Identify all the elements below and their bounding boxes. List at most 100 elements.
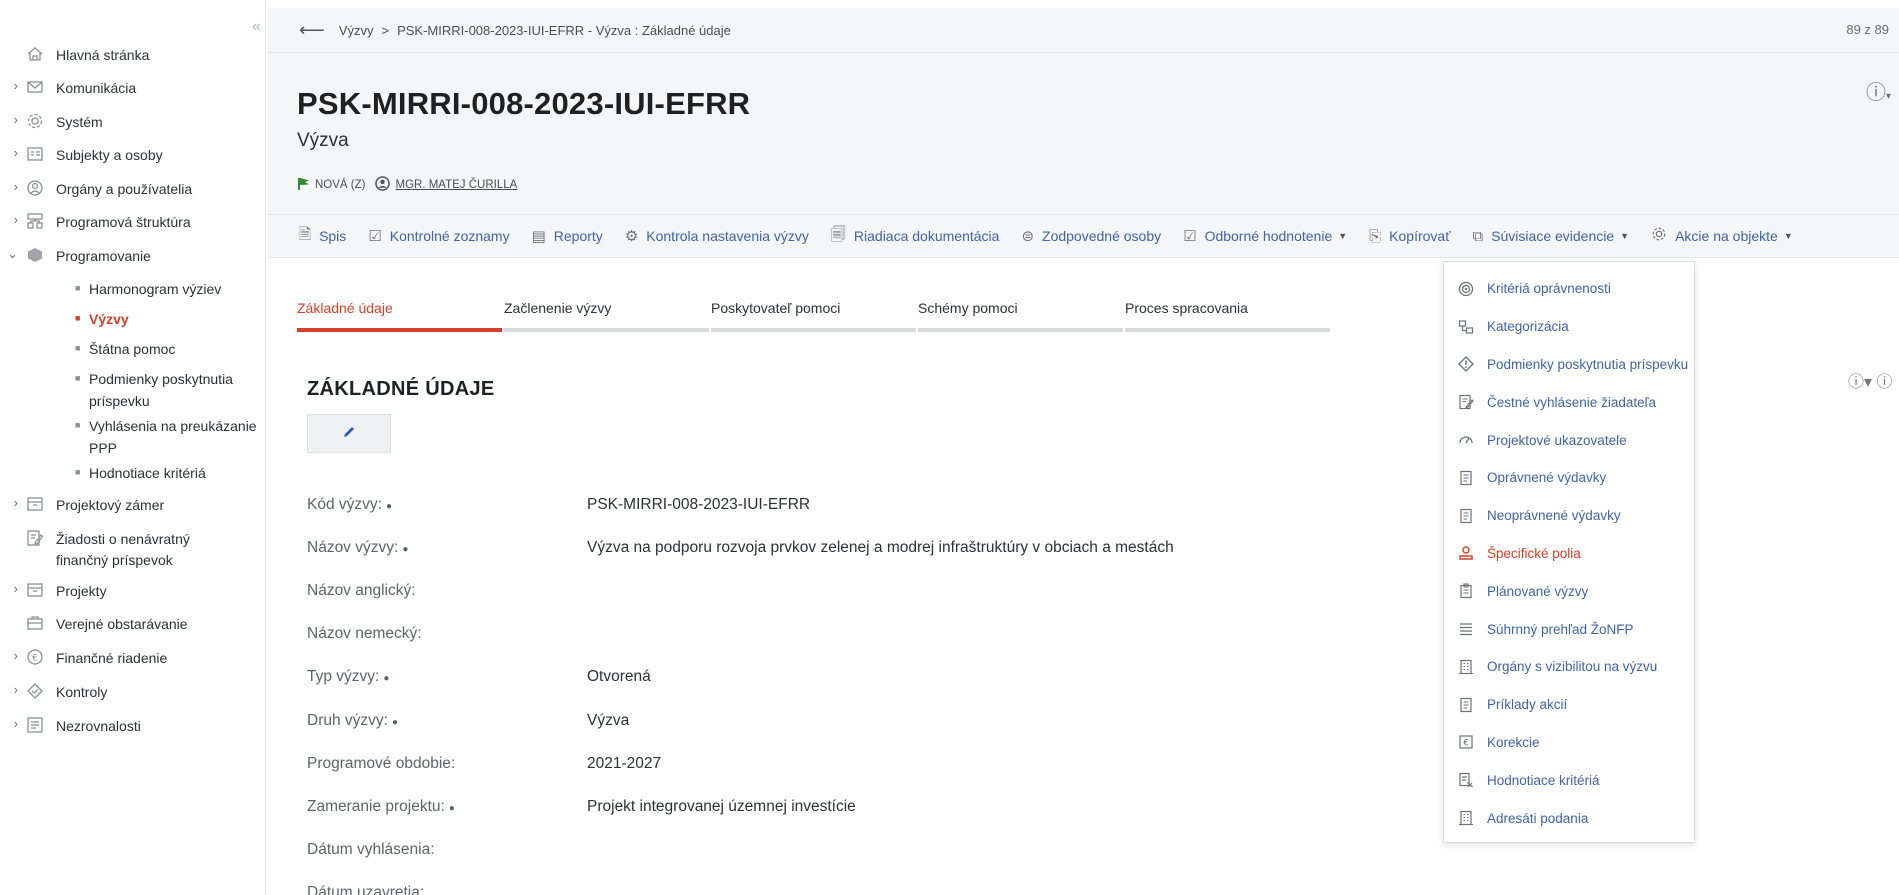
euro-icon: € [22,648,48,666]
dropdown-item-0[interactable]: Kritériá oprávnenosti [1444,270,1694,308]
toolbar-button-2[interactable]: ▤ Reporty [532,227,603,245]
sidebar-item-4[interactable]: › Orgány a používatelia [0,179,266,200]
sidebar-item-11[interactable]: › € Finančné riadenie [0,648,266,669]
dropdown-item-3[interactable]: Čestné vyhlásenie žiadateľa [1444,383,1694,421]
sidebar-subitem-2[interactable]: ■ Štátna pomoc [0,338,266,360]
dropdown-item-label: Čestné vyhlásenie žiadateľa [1487,394,1657,410]
sidebar-item-8[interactable]: Žiadosti o nenávratný finančný príspevok [0,529,266,571]
dropdown-item-4[interactable]: Projektové ukazovatele [1444,421,1694,459]
tab-2[interactable]: Poskytovateľ pomoci [711,300,916,332]
sidebar-item-3[interactable]: › Subjekty a osoby [0,145,266,166]
back-arrow-icon[interactable]: ⟵ [299,20,325,41]
chevron-icon: › [13,212,18,227]
id-card-icon [22,145,48,163]
required-marker: ● [385,500,392,512]
sidebar-item-7[interactable]: › Projektový zámer [0,495,266,516]
chevron-icon: › [13,145,18,160]
dropdown-item-11[interactable]: Príklady akcií [1444,686,1694,724]
sidebar-item-label: Projektový zámer [56,497,165,513]
field-label-text: Dátum uzavretia: [307,884,425,895]
breadcrumb-link-vyzvy[interactable]: Výzvy [339,23,374,38]
chevron-icon: › [13,179,18,194]
sidebar-subitem-label: Vyhlásenia na preukázanie PPP [89,418,257,456]
checkbox-icon: ☑ [368,228,382,245]
owner-user-link[interactable]: MGR. MATEJ ČURILLA [395,179,517,191]
toolbar-button-4[interactable]: 🗐 Riadiaca dokumentácia [831,224,1000,249]
help-menu-icon[interactable]: ⓘ▾ [1866,76,1891,105]
toolbar-button-7[interactable]: ⎘ Kopírovať [1369,228,1450,245]
sidebar-item-label: Verejné obstarávanie [56,616,188,632]
sidebar-item-9[interactable]: › Projekty [0,581,266,602]
copy-icon: ⎘ [1369,227,1382,245]
chevron-icon: › [13,495,18,510]
sidebar-subitem-5[interactable]: ■ Hodnotiace kritériá [0,462,266,484]
dropdown-item-14[interactable]: Adresáti podania [1444,799,1694,837]
sidebar-subitem-4[interactable]: ■ Vyhlásenia na preukázanie PPP [0,415,266,459]
dropdown-item-label: Hodnotiace kritériá [1487,772,1600,788]
edit-button[interactable] [307,414,391,453]
tab-3[interactable]: Schémy pomoci [918,300,1123,332]
tab-4[interactable]: Proces spracovania [1125,300,1330,332]
dropdown-item-12[interactable]: € Korekcie [1444,724,1694,762]
dropdown-item-6[interactable]: Neoprávnené výdavky [1444,497,1694,535]
sidebar-item-6[interactable]: ⌄ Programovanie [0,246,266,267]
required-marker: ● [391,716,399,728]
sidebar-collapse-button[interactable]: « [252,18,261,36]
dropdown-item-13[interactable]: Hodnotiace kritériá [1444,761,1694,799]
sidebar-item-label: Komunikácia [56,80,137,96]
breadcrumb-separator: > [381,22,390,38]
dropdown-item-9[interactable]: Súhrnný prehľad ŽoNFP [1444,610,1694,648]
receipt-icon [1456,508,1476,524]
dropdown-item-label: Korekcie [1487,734,1540,750]
briefcase-icon [22,614,48,632]
field-label: Kód výzvy: ● [307,496,587,514]
field-value: PSK-MIRRI-008-2023-IUI-EFRR [587,495,811,513]
sidebar-item-13[interactable]: › Nezrovnalosti [0,716,266,737]
field-row: Dátum uzavretia: [307,872,1407,895]
sidebar-item-5[interactable]: › Programová štruktúra [0,212,266,233]
dropdown-item-label: Orgány s vizibilitou na výzvu [1487,659,1658,675]
toolbar-button-5[interactable]: ⊜ Zodpovedné osoby [1021,227,1161,245]
dropdown-item-5[interactable]: Oprávnené výdavky [1444,459,1694,497]
sidebar-item-2[interactable]: › Systém [0,112,266,133]
toolbar-button-label: Riadiaca dokumentácia [853,228,1000,244]
sidebar-subitem-0[interactable]: ■ Harmonogram výziev [0,278,266,300]
dropdown-item-1[interactable]: Kategorizácia [1444,308,1694,346]
tab-0[interactable]: Základné údaje [297,300,502,332]
toolbar-button-label: Reporty [553,228,603,244]
tab-1[interactable]: Začlenenie výzvy [504,300,709,332]
chevron-icon: › [13,581,18,596]
dropdown-item-label: Príklady akcií [1487,697,1568,713]
sidebar-item-0[interactable]: Hlavná stránka [0,45,266,66]
diamond-check-icon [22,682,48,700]
dropdown-item-10[interactable]: Orgány s vizibilitou na výzvu [1444,648,1694,686]
toolbar-button-1[interactable]: ☑ Kontrolné zoznamy [368,227,509,245]
toolbar-button-9[interactable]: Akcie na objekte ▼ [1651,226,1793,246]
toolbar-button-0[interactable]: 🗎 Spis [299,224,346,249]
user-circle-icon [375,176,391,194]
dropdown-item-2[interactable]: Podmienky poskytnutia príspevku [1444,346,1694,384]
dropdown-item-label: Kategorizácia [1487,319,1569,335]
toolbar-button-3[interactable]: ⚙ Kontrola nastavenia výzvy [625,227,809,245]
sidebar-item-12[interactable]: › Kontroly [0,682,266,703]
toolbar-button-6[interactable]: ☑ Odborné hodnotenie ▼ [1183,227,1347,245]
building-icon [1456,659,1476,675]
dropdown-item-label: Adresáti podania [1487,810,1589,826]
required-marker: ● [448,802,455,814]
sidebar-subitem-1[interactable]: ■ Výzvy [0,308,266,330]
dropdown-item-7[interactable]: Špecifické polia [1444,535,1694,573]
dropdown-item-8[interactable]: Plánované výzvy [1444,572,1694,610]
caret-down-icon: ▼ [1620,231,1630,241]
checkbox-icon: ☑ [1183,228,1197,245]
record-counter: 89 z 89 [1846,22,1889,37]
dropdown-item-label: Podmienky poskytnutia príspevku [1487,356,1689,372]
field-help-icon[interactable]: ⓘ▾ ⓘ [1848,368,1892,392]
toolbar-button-8[interactable]: ⧉ Súvisiace evidencie ▼ [1472,228,1629,245]
field-label-text: Zameranie projektu: [307,797,445,815]
breadcrumb-current: PSK-MIRRI-008-2023-IUI-EFRR - Výzva : Zá… [397,22,731,38]
sidebar-item-label: Systém [56,114,103,130]
sidebar-item-10[interactable]: Verejné obstarávanie [0,614,266,635]
field-value: 2021-2027 [587,754,662,772]
sidebar-subitem-3[interactable]: ■ Podmienky poskytnutia príspevku [0,368,266,412]
sidebar-item-1[interactable]: › Komunikácia [0,78,266,99]
